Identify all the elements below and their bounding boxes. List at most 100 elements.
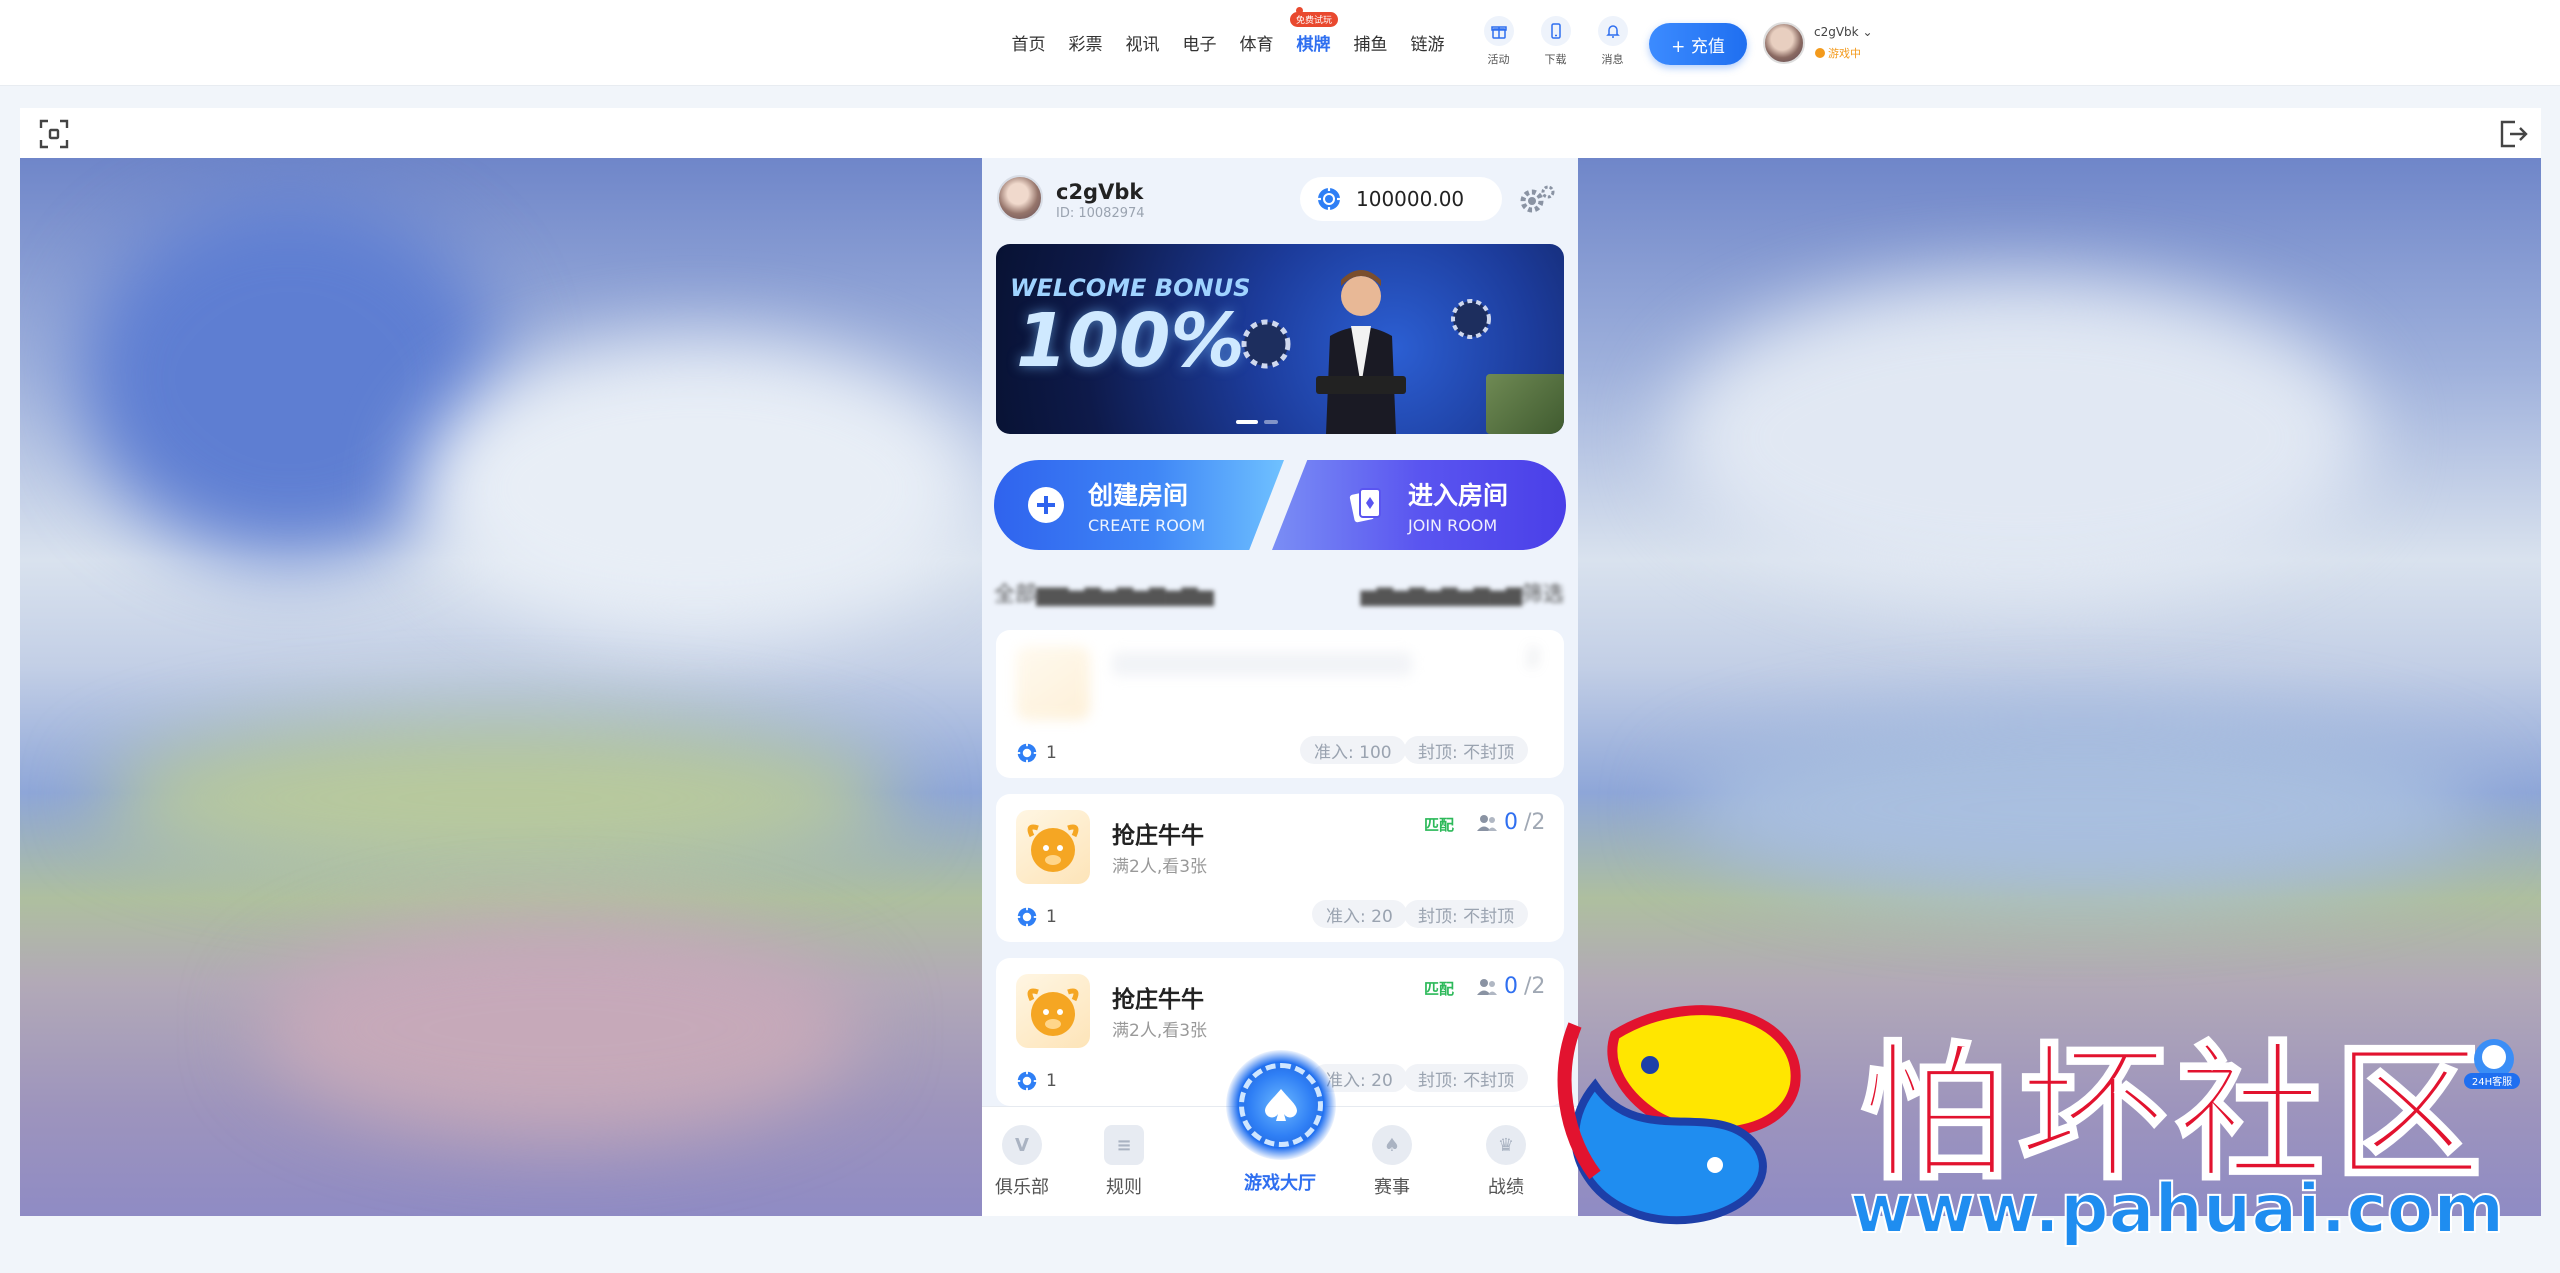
bg-blob [260,918,860,1138]
top-navbar: 首页 彩票 视讯 电子 体育 棋牌 捕鱼 链游 免费试玩 活动 下载 消息 + … [0,0,2560,86]
crown-icon: ♛ [1486,1125,1526,1165]
room-name [1112,652,1412,676]
create-room-button[interactable]: 创建房间 CREATE ROOM [994,460,1284,550]
balance-display[interactable]: 100000.00 [1300,177,1502,221]
room-name: 抢庄牛牛 [1112,987,1204,1013]
cash-stack [1486,374,1564,434]
nav-download-label: 下载 [1544,53,1567,66]
chip-count: 1 [1046,1071,1057,1091]
bottom-nav-club[interactable]: V 俱乐部 [982,1125,1062,1199]
users-icon [1477,814,1497,831]
filter-tab-all[interactable]: 全部▆▆▅▆▅▆▅▆▅▆▅ [994,578,1254,608]
nav-username-text: c2gVbk [1814,25,1859,39]
bottom-nav-rules-label: 规则 [1106,1177,1142,1198]
nav-live[interactable]: 视讯 [1114,30,1171,55]
room-card[interactable]: 2 1 准入: 100 封顶: 不封顶 [996,630,1564,778]
join-room-title: 进入房间 [1408,480,1509,510]
bottom-nav-lobby[interactable]: 游戏大厅 [1240,1169,1320,1195]
club-icon: V [1002,1125,1042,1165]
chip-count: 1 [1046,743,1057,763]
seats-max: 2 [1526,646,1540,671]
bottom-nav-records-label: 战绩 [1488,1177,1524,1198]
bg-blob [100,718,900,878]
phone-icon [1540,16,1571,46]
bottom-nav-lobby-label: 游戏大厅 [1244,1173,1316,1194]
join-room-button[interactable]: 进入房间 JOIN ROOM [1272,460,1566,550]
create-room-subtitle: CREATE ROOM [1088,515,1206,535]
entry-tag: 准入: 20 [1312,900,1407,928]
room-chip: 1 [1016,906,1057,928]
banner-pagination [1236,420,1278,424]
game-lobby-app: c2gVbk ID: 10082974 100000.00 WELCOME BO… [982,158,1578,1216]
bottom-nav-records[interactable]: ♛ 战绩 [1466,1125,1546,1199]
exit-icon[interactable] [2497,118,2529,150]
pagination-dot[interactable] [1236,420,1258,424]
bottom-nav-club-label: 俱乐部 [995,1177,1049,1198]
users-icon [1477,978,1497,995]
bottom-nav-rules[interactable]: ≡ 规则 [1084,1125,1164,1199]
entry-tag: 准入: 100 [1300,736,1406,764]
filter-button[interactable]: ▅▆▅▆▅▆▅▆▅▆筛选 [1272,578,1565,608]
game-icon [1016,646,1090,720]
seats-current: 0 [1504,810,1518,835]
settings-gear-icon[interactable] [1516,181,1560,217]
seats-max: /2 [1524,974,1546,999]
nav-username[interactable]: c2gVbk ⌄ [1814,25,1873,39]
nav-sports[interactable]: 体育 [1228,30,1285,55]
banner-line2: 100% [1016,298,1245,384]
nav-slots[interactable]: 电子 [1171,30,1228,55]
promo-banner[interactable]: WELCOME BONUS 100% [996,244,1564,434]
nav-fishing[interactable]: 捕鱼 [1342,30,1399,55]
bg-blob [1670,278,2370,598]
support-label: 24H客服 [2472,1075,2512,1088]
chevron-down-icon: ⌄ [1862,25,1873,39]
game-lobby-icon[interactable] [1226,1050,1336,1160]
nav-messages[interactable]: 消息 [1584,16,1641,67]
chip-count: 1 [1046,907,1057,927]
room-name: 抢庄牛牛 [1112,823,1204,849]
bg-blob [420,338,980,638]
match-label: 匹配 [1424,980,1455,998]
nav-chain[interactable]: 链游 [1399,30,1456,55]
room-chip: 1 [1016,1070,1057,1092]
bull-icon [1016,810,1090,884]
room-desc: 满2人,看3张 [1112,857,1208,877]
dealer-figure-icon [1316,270,1406,434]
match-label: 匹配 [1424,816,1455,834]
cap-tag: 封顶: 不封顶 [1404,736,1529,764]
nav-home[interactable]: 首页 [1000,30,1057,55]
nav-lottery[interactable]: 彩票 [1057,30,1114,55]
join-room-subtitle: JOIN ROOM [1408,515,1498,535]
poker-chip-icon [1241,319,1291,369]
nav-activity[interactable]: 活动 [1470,16,1527,67]
fullscreen-icon[interactable] [38,118,70,150]
bottom-nav-events[interactable]: ♠ 赛事 [1352,1125,1432,1199]
filter-tab-all-label: 全部 [994,582,1036,606]
room-seats: 0/2 [1476,810,1545,835]
spade-icon: ♠ [1372,1125,1412,1165]
bg-blob [1680,718,2480,898]
user-status-text: 游戏中 [1828,47,1861,60]
avatar[interactable] [997,175,1043,221]
bull-icon [1016,974,1090,1048]
room-card[interactable]: 抢庄牛牛 满2人,看3张 匹配 0/2 1 准入: 20 封顶: 不封顶 [996,794,1564,942]
user-status: 游戏中 [1815,45,1861,61]
nav-chess[interactable]: 棋牌 [1285,30,1342,55]
cap-tag: 封顶: 不封顶 [1404,900,1529,928]
cards-icon [1349,488,1381,523]
avatar[interactable] [1763,22,1805,64]
recharge-button[interactable]: + 充值 [1649,23,1747,65]
gift-icon [1483,16,1514,46]
cap-tag: 封顶: 不封顶 [1404,1064,1529,1092]
bottom-nav-events-label: 赛事 [1374,1177,1410,1198]
room-desc: 满2人,看3张 [1112,1021,1208,1041]
seats-max: /2 [1524,810,1546,835]
chip-icon [1016,906,1038,928]
customer-service-icon[interactable]: 24H客服 [2460,1035,2522,1093]
nav-activity-label: 活动 [1487,53,1510,66]
pagination-dot[interactable] [1264,420,1278,424]
poker-chip-icon [1451,299,1491,339]
app-username: c2gVbk [1056,180,1144,204]
poker-chip-icon [1239,1063,1323,1147]
nav-download[interactable]: 下载 [1527,16,1584,67]
